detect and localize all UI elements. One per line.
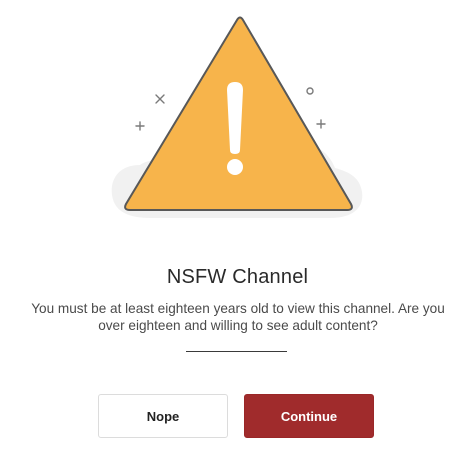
warning-illustration xyxy=(0,0,475,235)
sparkle-plus-right-icon xyxy=(316,119,326,129)
divider xyxy=(186,351,287,352)
nsfw-dialog: NSFW Channel You must be at least eighte… xyxy=(0,0,475,470)
sparkle-plus-icon xyxy=(135,121,145,131)
nope-button[interactable]: Nope xyxy=(98,394,228,438)
dialog-title: NSFW Channel xyxy=(166,266,309,288)
sparkle-x-icon xyxy=(155,94,165,104)
dialog-message: You must be at least eighteen years old … xyxy=(31,301,445,333)
sparkle-circle-icon xyxy=(306,87,314,95)
illustration-canvas xyxy=(111,16,363,218)
continue-button[interactable]: Continue xyxy=(244,394,374,438)
